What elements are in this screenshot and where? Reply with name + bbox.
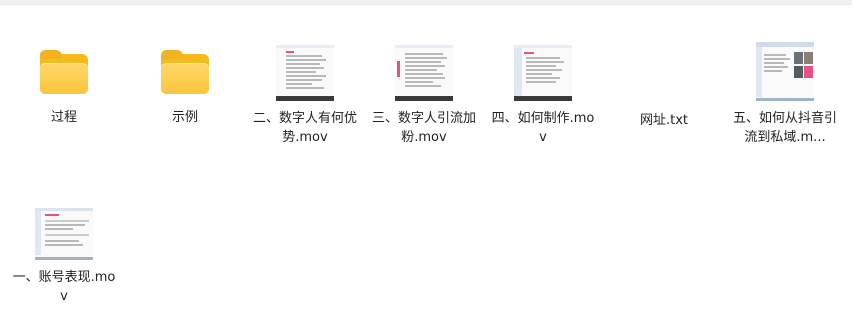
video-thumbnail [395,45,453,101]
text-file-icon [636,45,692,103]
file-name: 五、如何从抖音引流到私域.m... [732,111,837,145]
folder-icon [161,50,209,94]
folder-icon [40,50,88,94]
file-item-text-urls[interactable]: 网址.txt [609,45,719,130]
file-name: 二、数字人有何优势.mov [252,111,357,145]
file-item-video-traffic[interactable]: 三、数字人引流加粉.mov [369,45,479,147]
file-name: 示例 [171,110,198,125]
top-toolbar-edge [0,0,852,5]
video-thumbnail [276,45,334,101]
file-name: 四、如何制作.mov [491,111,595,145]
file-name: 一、账号表现.mov [12,270,116,304]
video-thumbnail [756,42,814,101]
file-item-video-account[interactable]: 一、账号表现.mov [9,208,119,306]
file-name: 网址.txt [639,113,689,128]
video-thumbnail [514,45,572,101]
file-item-video-douyin[interactable]: 五、如何从抖音引流到私域.m... [730,42,840,147]
video-thumbnail [35,208,93,260]
file-item-video-how-to-make[interactable]: 四、如何制作.mov [488,45,598,147]
file-item-folder-process[interactable]: 过程 [9,50,119,127]
file-name: 三、数字人引流加粉.mov [371,111,476,145]
file-item-video-advantages[interactable]: 二、数字人有何优势.mov [250,45,360,147]
file-name: 过程 [50,110,77,125]
file-item-folder-example[interactable]: 示例 [130,50,240,127]
